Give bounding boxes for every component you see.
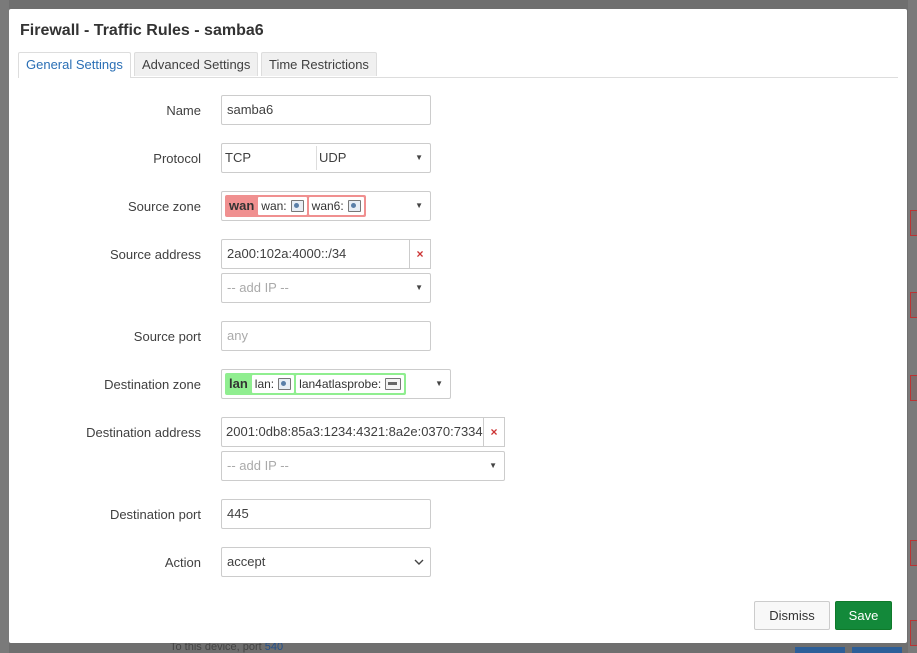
source-zone-select[interactable]: wan wan: wan6: ▼: [221, 191, 431, 221]
background-left-strip: [0, 0, 9, 653]
add-ip-placeholder: -- add IP --: [227, 280, 289, 295]
protocol-divider: [316, 146, 317, 170]
destination-zone-badge: lan lan: lan4atlasprobe:: [225, 373, 407, 395]
background-delete-button: [910, 375, 917, 401]
add-ip-placeholder: -- add IP --: [227, 458, 289, 473]
dropdown-arrow-icon: ▼: [415, 283, 423, 292]
traffic-rule-modal: Firewall - Traffic Rules - samba6 Genera…: [9, 9, 907, 643]
background-delete-button: [910, 620, 917, 646]
destination-address-value: 2001:0db8:85a3:1234:4321:8a2e:0370:7334: [226, 424, 483, 439]
zone-device-label: lan:: [254, 377, 275, 391]
dropdown-arrow-icon: ▼: [435, 379, 443, 388]
network-switch-icon: [385, 378, 402, 390]
source-address-input[interactable]: 2a00:102a:4000::/34 ×: [221, 239, 431, 269]
dismiss-button[interactable]: Dismiss: [754, 601, 830, 630]
tab-time-restrictions[interactable]: Time Restrictions: [261, 52, 377, 76]
action-value: accept: [227, 554, 266, 569]
background-delete-button: [910, 292, 917, 318]
zone-device-label: lan4atlasprobe:: [299, 377, 382, 391]
destination-address-label: Destination address: [86, 425, 201, 440]
protocol-value-udp: UDP: [319, 150, 347, 165]
background-delete-button: [910, 210, 917, 236]
protocol-label: Protocol: [153, 151, 201, 166]
source-zone-name: wan: [229, 198, 255, 213]
source-zone-label: Source zone: [128, 199, 201, 214]
network-device-icon: [347, 200, 361, 212]
modal-title: Firewall - Traffic Rules - samba6: [20, 22, 264, 39]
zone-device-label: wan:: [261, 199, 287, 213]
background-button: [852, 647, 902, 653]
protocol-select[interactable]: TCP UDP ▼: [221, 143, 431, 173]
source-address-add-select[interactable]: -- add IP -- ▼: [221, 273, 431, 303]
save-button[interactable]: Save: [835, 601, 892, 630]
remove-source-address-button[interactable]: ×: [409, 239, 431, 269]
zone-device-chip: lan:: [251, 375, 295, 393]
name-input[interactable]: samba6: [221, 95, 431, 125]
source-port-label: Source port: [133, 329, 201, 344]
zone-device-chip: lan4atlasprobe:: [296, 375, 405, 393]
source-port-input[interactable]: any: [221, 321, 431, 351]
zone-device-chip: wan6:: [308, 197, 364, 215]
action-label: Action: [164, 555, 201, 570]
source-address-label: Source address: [109, 247, 201, 262]
background-button: [795, 647, 845, 653]
destination-zone-name: lan: [229, 376, 248, 391]
destination-address-add-select[interactable]: -- add IP -- ▼: [221, 451, 505, 481]
destination-port-label: Destination port: [109, 507, 201, 522]
destination-zone-select[interactable]: lan lan: lan4atlasprobe: ▼: [221, 369, 451, 399]
protocol-value-tcp: TCP: [225, 150, 251, 165]
remove-destination-address-button[interactable]: ×: [483, 417, 505, 447]
name-label: Name: [166, 103, 201, 118]
network-device-icon: [290, 200, 304, 212]
tab-bar: General Settings Advanced Settings Time …: [18, 52, 898, 78]
destination-address-input[interactable]: 2001:0db8:85a3:1234:4321:8a2e:0370:7334 …: [221, 417, 505, 447]
destination-zone-label: Destination zone: [104, 377, 201, 392]
source-address-value: 2a00:102a:4000::/34: [227, 246, 347, 261]
background-delete-button: [910, 540, 917, 566]
chevron-down-icon: [414, 548, 424, 587]
action-select[interactable]: accept: [221, 547, 431, 577]
dropdown-arrow-icon: ▼: [415, 201, 423, 210]
zone-device-label: wan6:: [311, 199, 344, 213]
tab-general-settings[interactable]: General Settings: [18, 52, 131, 78]
source-port-placeholder: any: [227, 328, 248, 343]
zone-device-chip: wan:: [258, 197, 307, 215]
destination-port-input[interactable]: 445: [221, 499, 431, 529]
tab-advanced-settings[interactable]: Advanced Settings: [134, 52, 259, 76]
source-zone-badge: wan wan: wan6:: [225, 195, 366, 217]
dropdown-arrow-icon: ▼: [415, 153, 423, 162]
dropdown-arrow-icon: ▼: [489, 461, 497, 470]
network-device-icon: [278, 378, 292, 390]
